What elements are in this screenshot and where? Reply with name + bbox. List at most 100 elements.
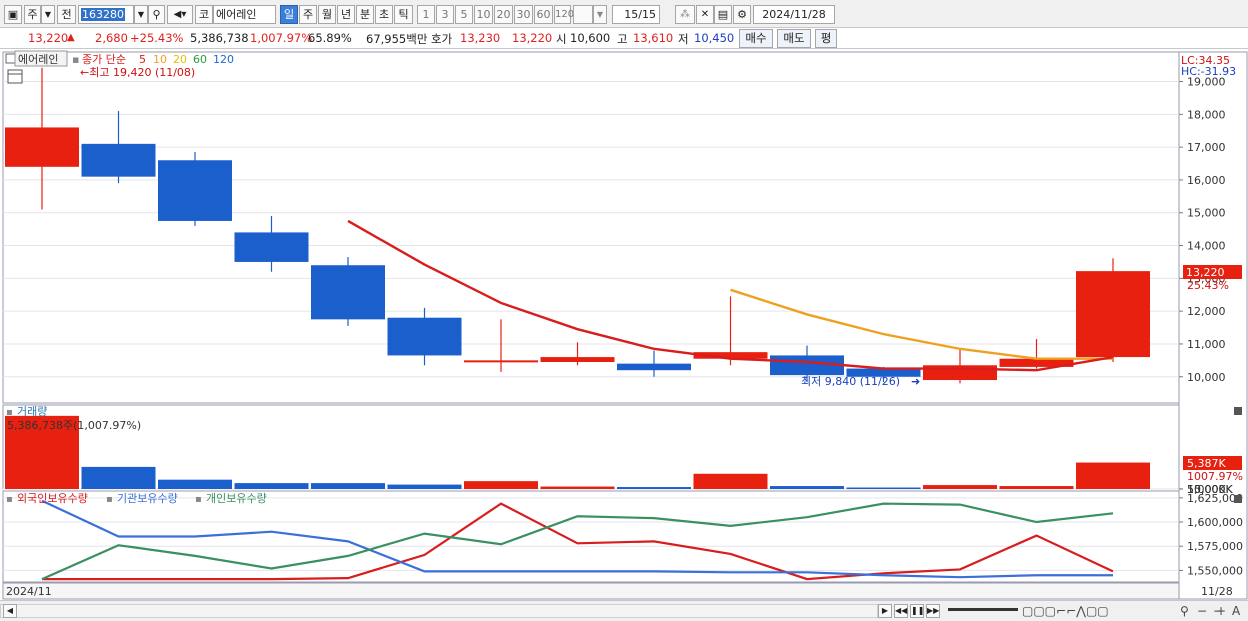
interval-5[interactable]: 5 — [455, 5, 473, 24]
price-tick-label: 18,000 — [1187, 108, 1226, 121]
low-price: 10,450 — [694, 31, 735, 45]
interval-120[interactable]: 120 — [554, 5, 574, 24]
interval-10[interactable]: 10 — [474, 5, 493, 24]
magnifier-icon[interactable]: ⚲ — [1180, 604, 1189, 618]
zoom-in-icon[interactable]: + — [1216, 604, 1226, 618]
volume-value: 5,386,738 — [190, 31, 249, 45]
sell-button[interactable]: 매도 — [777, 29, 811, 48]
legend-square-icon: ▪ — [72, 53, 79, 66]
holdings-panel-icon: ▪ — [6, 494, 13, 505]
candle-body — [158, 160, 232, 221]
bottom-scroll-bar: ◀ ▶ ◀◀ ❚❚ ▶▶ ▢▢▢⌐⌐⋀▢▢ ⚲ − − + A — [0, 600, 1248, 621]
volume-panel-close-icon[interactable] — [1234, 407, 1242, 415]
last-volume-pct: 1007.97% — [1187, 470, 1243, 483]
volume-bar — [617, 487, 691, 489]
scroll-left-icon[interactable]: ◀ — [3, 604, 17, 618]
sound-icon[interactable]: ◀▾ — [167, 5, 193, 24]
link-icon[interactable]: ⁂ — [675, 5, 695, 24]
volume-bar — [770, 486, 844, 489]
high-price: 13,610 — [633, 31, 674, 45]
code-dropdown-icon[interactable]: ▼ — [134, 5, 148, 24]
volume-ratio: 1,007.97% — [250, 31, 313, 45]
zoom-out-icon[interactable]: − — [1197, 604, 1207, 618]
forward-icon[interactable]: ▶▶ — [926, 604, 940, 618]
volume-bar — [158, 479, 232, 489]
holdings-tick-label: 1,575,000 — [1187, 540, 1243, 553]
ma-legend-60: 60 — [193, 53, 207, 66]
timeframe-year[interactable]: 년 — [337, 5, 355, 24]
current-price: 13,220 — [28, 31, 69, 45]
ask-price: 13,230 — [460, 31, 501, 45]
turnover-ratio: 65.89% — [308, 31, 352, 45]
volume-bar — [540, 486, 615, 489]
mode-button[interactable]: 전 — [57, 5, 76, 24]
volume-bar — [387, 484, 462, 489]
open-label: 시 — [556, 32, 567, 46]
text-tool-icon[interactable]: A — [1232, 604, 1240, 618]
interval-20[interactable]: 20 — [494, 5, 513, 24]
volume-note: 5,386,738주(1,007.97%) — [7, 419, 141, 432]
timeframe-month[interactable]: 월 — [318, 5, 336, 24]
zoom-slider[interactable] — [948, 608, 1018, 611]
timeframe-second[interactable]: 초 — [375, 5, 393, 24]
panel-menu-icon[interactable] — [5, 53, 16, 64]
legend-foreign: 외국인보유수량 — [17, 492, 88, 505]
save-icon[interactable]: ▤ — [714, 5, 732, 24]
interval-30[interactable]: 30 — [514, 5, 533, 24]
drawing-tool-icons[interactable]: ▢▢▢⌐⌐⋀▢▢ — [1022, 604, 1109, 618]
volume-bar — [234, 483, 309, 489]
legend-institution: 기관보유수량 — [117, 492, 178, 505]
stock-name-field[interactable]: 에어레인 — [213, 5, 276, 24]
price-tick-label: 16,000 — [1187, 174, 1226, 187]
interval-60[interactable]: 60 — [534, 5, 553, 24]
custom-interval-dropdown-icon[interactable]: ▼ — [593, 5, 607, 24]
candle-body — [387, 317, 462, 356]
interval-1[interactable]: 1 — [417, 5, 435, 24]
buy-button[interactable]: 매수 — [739, 29, 773, 48]
volume-bar — [311, 483, 385, 489]
volume-panel-icon: ▪ — [6, 407, 13, 418]
date-axis — [2, 582, 1180, 600]
volume-bar — [999, 486, 1074, 489]
stock-name-label: 에어레인 — [18, 53, 58, 66]
candle-body — [81, 143, 156, 177]
calendar-icon[interactable] — [7, 69, 23, 84]
average-button[interactable]: 평 — [815, 29, 837, 48]
price-tick-label: 11,000 — [1187, 338, 1226, 351]
page-counter: 15/15 — [612, 5, 660, 24]
horizontal-scrollbar[interactable] — [0, 604, 878, 618]
period-dropdown-icon[interactable]: ▼ — [41, 5, 55, 24]
code-input[interactable]: 163280 — [78, 5, 134, 24]
pause-icon[interactable]: ❚❚ — [910, 604, 924, 618]
timeframe-tick[interactable]: 틱 — [394, 5, 413, 24]
timeframe-day[interactable]: 일 — [280, 5, 298, 24]
low-arrow-icon: ➜ — [911, 375, 920, 388]
low-annotation: 최저 9,840 (11/26) — [801, 375, 900, 388]
holdings-tick-label: 1,600,000 — [1187, 516, 1243, 529]
legend-sep-icon-1: ▪ — [106, 494, 113, 505]
stock-chart[interactable]: 10,00011,00012,00013,00014,00015,00016,0… — [0, 50, 1248, 600]
volume-bar — [1076, 462, 1150, 489]
volume-bar — [464, 481, 538, 489]
legend-sep-icon-2: ▪ — [195, 494, 202, 505]
price-panel — [2, 51, 1180, 404]
date-input[interactable]: 2024/11/28 — [753, 5, 835, 24]
timeframe-minute[interactable]: 분 — [356, 5, 374, 24]
window-icon[interactable]: ▣ — [4, 5, 22, 24]
period-select[interactable]: 주 — [24, 5, 41, 24]
holdings-panel-close-icon[interactable] — [1234, 495, 1242, 503]
timeframe-week[interactable]: 주 — [299, 5, 317, 24]
chart-toolbar: ▣ 주 ▼ 전 163280 ▼ ⚲ ◀▾ 코 에어레인 일 주 월 년 분 초… — [0, 0, 1248, 28]
search-icon[interactable]: ⚲ — [148, 5, 165, 24]
scroll-right-icon[interactable]: ▶ — [878, 604, 892, 618]
price-tick-label: 10,000 — [1187, 371, 1226, 384]
last-price-pct: 25.43% — [1187, 279, 1229, 292]
candle-body — [1076, 271, 1150, 358]
price-change-pct: +25.43% — [130, 31, 184, 45]
ma-legend-10: 10 — [153, 53, 167, 66]
gear-icon[interactable]: ⚙ — [733, 5, 751, 24]
interval-3[interactable]: 3 — [436, 5, 454, 24]
custom-interval-input[interactable] — [573, 5, 593, 24]
crosshair-icon[interactable]: ✕ — [696, 5, 714, 24]
rewind-icon[interactable]: ◀◀ — [894, 604, 908, 618]
